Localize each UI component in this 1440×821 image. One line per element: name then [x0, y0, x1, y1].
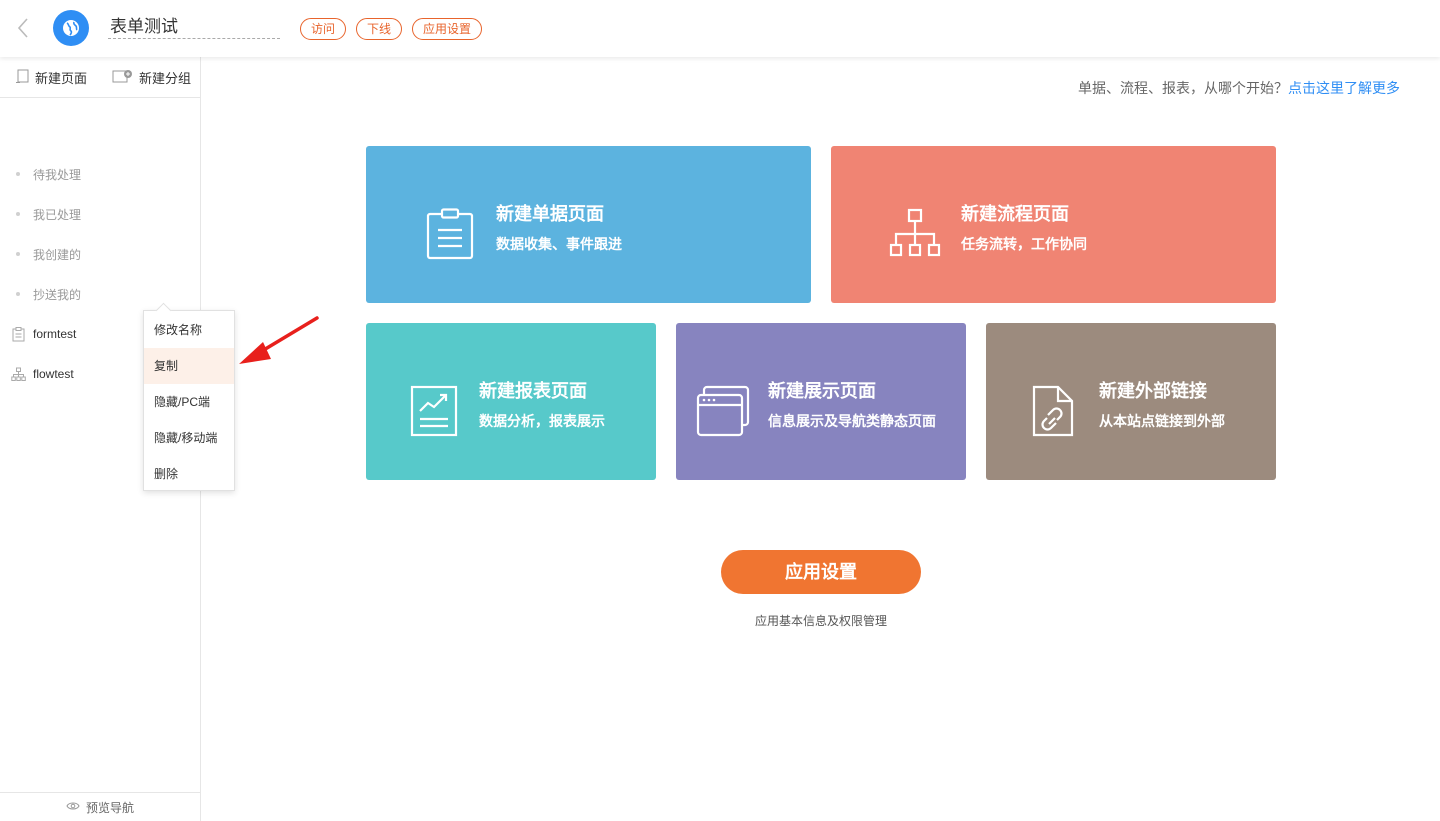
- new-group-button[interactable]: 新建分组: [112, 57, 191, 98]
- new-external-link-card[interactable]: 新建外部链接 从本站点链接到外部: [986, 323, 1276, 480]
- app-settings-cta-button[interactable]: 应用设置: [721, 550, 921, 594]
- visit-button[interactable]: 访问: [300, 18, 346, 40]
- hint-text: 单据、流程、报表，从哪个开始？: [1078, 80, 1288, 96]
- top-bar: 表单测试 访问 下线 应用设置: [0, 0, 1440, 57]
- report-chart-icon: [410, 385, 458, 442]
- bullet-icon: [16, 292, 20, 296]
- offline-button[interactable]: 下线: [356, 18, 402, 40]
- browser-window-icon: [696, 385, 750, 442]
- bullet-icon: [16, 252, 20, 256]
- new-report-page-card[interactable]: 新建报表页面 数据分析，报表展示: [366, 323, 656, 480]
- card-subtitle: 信息展示及导航类静态页面: [768, 413, 936, 429]
- card-title: 新建流程页面: [961, 204, 1069, 224]
- external-link-doc-icon: [1030, 385, 1078, 442]
- preview-nav-label: 预览导航: [85, 800, 134, 815]
- card-subtitle: 数据收集、事件跟进: [496, 236, 622, 252]
- sidebar-item-label: 我创建的: [33, 247, 82, 262]
- new-page-label: 新建页面: [35, 71, 88, 86]
- preview-nav-button[interactable]: 预览导航: [0, 792, 200, 821]
- sidebar-item-label: 待我处理: [33, 167, 82, 182]
- learn-more-link[interactable]: 点击这里了解更多: [1288, 80, 1400, 96]
- app-globe-icon: [53, 10, 89, 46]
- annotation-arrow-icon: [239, 316, 319, 364]
- sidebar-item-handled[interactable]: 我已处理: [0, 202, 200, 226]
- sidebar-page-label: formtest: [33, 327, 77, 341]
- new-group-label: 新建分组: [139, 71, 192, 86]
- menu-item-rename[interactable]: 修改名称: [144, 312, 234, 348]
- sidebar-item-pending[interactable]: 待我处理: [0, 162, 200, 186]
- sidebar-item-label: 我已处理: [33, 207, 82, 222]
- card-subtitle: 任务流转，工作协同: [961, 236, 1087, 252]
- card-title: 新建外部链接: [1099, 381, 1207, 401]
- sidebar-item-cc[interactable]: 抄送我的: [0, 282, 200, 306]
- new-page-button[interactable]: 新建页面: [16, 57, 87, 98]
- card-title: 新建展示页面: [768, 381, 876, 401]
- sidebar-item-label: 抄送我的: [33, 287, 82, 302]
- card-subtitle: 数据分析，报表展示: [479, 413, 605, 429]
- sidebar-actions: 新建页面 新建分组: [0, 57, 200, 98]
- sidebar-item-created[interactable]: 我创建的: [0, 242, 200, 266]
- bullet-icon: [16, 172, 20, 176]
- flow-icon: [10, 367, 26, 382]
- card-title: 新建单据页面: [496, 204, 604, 224]
- menu-item-hide-pc[interactable]: 隐藏/PC端: [144, 384, 234, 420]
- app-settings-description: 应用基本信息及权限管理: [754, 614, 887, 628]
- new-display-page-card[interactable]: 新建展示页面 信息展示及导航类静态页面: [676, 323, 966, 480]
- sidebar-page-label: flowtest: [33, 367, 74, 381]
- card-subtitle: 从本站点链接到外部: [1099, 413, 1225, 429]
- new-page-icon: [16, 69, 30, 87]
- menu-item-copy[interactable]: 复制: [144, 348, 234, 384]
- back-icon[interactable]: [14, 16, 34, 40]
- new-flow-page-card[interactable]: 新建流程页面 任务流转，工作协同: [831, 146, 1276, 303]
- flow-chart-icon: [889, 208, 941, 265]
- clipboard-icon: [426, 208, 474, 265]
- eye-icon: [66, 800, 80, 814]
- page-context-menu: 修改名称 复制 隐藏/PC端 隐藏/移动端 删除: [143, 310, 235, 491]
- bullet-icon: [16, 212, 20, 216]
- app-settings-button[interactable]: 应用设置: [412, 18, 482, 40]
- menu-item-delete[interactable]: 删除: [144, 456, 234, 492]
- getting-started-hint: 单据、流程、报表，从哪个开始？点击这里了解更多: [1078, 78, 1400, 98]
- new-form-page-card[interactable]: 新建单据页面 数据收集、事件跟进: [366, 146, 811, 303]
- menu-item-hide-mobile[interactable]: 隐藏/移动端: [144, 420, 234, 456]
- new-group-icon: [112, 69, 134, 87]
- app-title-input[interactable]: 表单测试: [108, 16, 280, 39]
- form-icon: [10, 326, 26, 342]
- card-title: 新建报表页面: [479, 381, 587, 401]
